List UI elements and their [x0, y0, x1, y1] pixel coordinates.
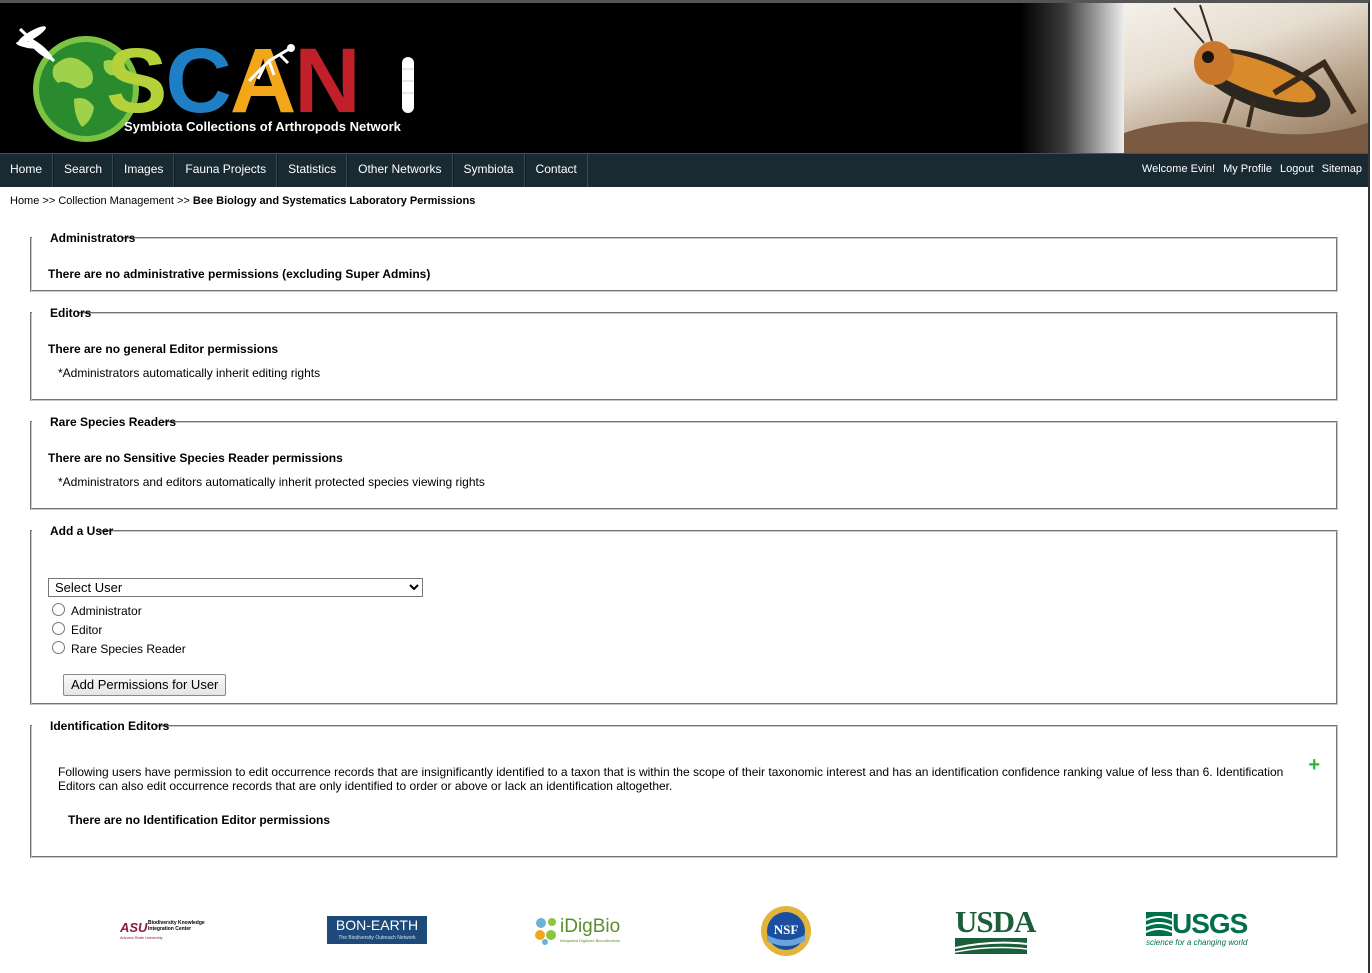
add-user-section: Add a User Select User Administrator Edi…	[30, 524, 1338, 705]
idigbio-sub: Integrated Digitized Biocollections	[560, 938, 621, 943]
site-banner: SCAN Symbiota Collections of Arthropods …	[0, 3, 1368, 153]
mantis-icon	[247, 44, 295, 83]
nsf-logo[interactable]: NSF	[760, 905, 812, 957]
footer: ASU Biodiversity Knowledge Integration C…	[0, 900, 1368, 960]
editors-legend: Editors	[50, 306, 92, 320]
breadcrumb: Home >> Collection Management >> Bee Bio…	[10, 195, 475, 207]
asu-logo[interactable]: ASU Biodiversity Knowledge Integration C…	[120, 920, 224, 942]
usgs-sub: science for a changing world	[1146, 938, 1248, 947]
usda-logo[interactable]: USDA	[955, 904, 1036, 954]
welcome-text: Welcome Evin!	[1141, 163, 1216, 175]
logout-link[interactable]: Logout	[1280, 154, 1314, 187]
breadcrumb-current: Bee Biology and Systematics Laboratory P…	[192, 195, 476, 207]
administrators-section: Administrators There are no administrati…	[30, 231, 1338, 292]
nav-statistics[interactable]: Statistics	[277, 154, 348, 187]
radio-circle[interactable]	[52, 621, 65, 635]
nav-symbiota[interactable]: Symbiota	[452, 154, 525, 187]
breadcrumb-home[interactable]: Home	[10, 195, 39, 207]
logo-wordmark: SCAN	[106, 35, 361, 127]
radio-administrator-label: Administrator	[71, 604, 142, 618]
nav-search[interactable]: Search	[53, 154, 114, 187]
my-profile-link[interactable]: My Profile	[1223, 154, 1272, 187]
radio-editor[interactable]: Editor	[52, 621, 103, 637]
add-permissions-button[interactable]: Add Permissions for User	[63, 674, 227, 696]
main-nav: Home Search Images Fauna Projects Statis…	[0, 153, 1368, 187]
caterpillar-icon	[402, 57, 414, 113]
add-identification-editor-icon[interactable]: +	[1308, 755, 1320, 775]
scan-logo[interactable]: SCAN Symbiota Collections of Arthropods …	[14, 21, 434, 143]
breadcrumb-separator: >>	[42, 195, 56, 207]
banner-gradient	[1020, 3, 1130, 153]
nav-other-networks[interactable]: Other Networks	[347, 154, 453, 187]
nav-fauna-projects[interactable]: Fauna Projects	[174, 154, 278, 187]
usgs-logo[interactable]: USGS science for a changing world	[1146, 908, 1248, 950]
identification-editors-section: Identification Editors + Following users…	[30, 719, 1338, 858]
radio-circle[interactable]	[52, 602, 65, 616]
logo-subtitle: Symbiota Collections of Arthropods Netwo…	[124, 119, 401, 134]
logo-letter-s: S	[106, 30, 167, 132]
radio-rare-species-reader[interactable]: Rare Species Reader	[52, 640, 186, 656]
administrators-legend: Administrators	[50, 231, 136, 245]
add-user-legend: Add a User	[50, 524, 114, 538]
bon-earth-title: BON-EARTH	[335, 917, 419, 933]
editors-section: Editors There are no general Editor perm…	[30, 306, 1338, 401]
breadcrumb-collection-management[interactable]: Collection Management	[58, 195, 174, 207]
radio-rare-species-reader-label: Rare Species Reader	[71, 642, 186, 656]
rare-species-section: Rare Species Readers There are no Sensit…	[30, 415, 1338, 510]
user-select[interactable]: Select User	[48, 578, 423, 597]
nsf-text: NSF	[773, 922, 799, 937]
grasshopper-photo	[1124, 3, 1368, 153]
idigbio-icon	[535, 918, 556, 945]
identification-editors-description: Following users have permission to edit …	[58, 765, 1284, 793]
idigbio-title: iDigBio	[560, 916, 621, 937]
usda-field-icon	[955, 938, 1027, 954]
bon-earth-logo[interactable]: BON-EARTH The Biodiversity Outreach Netw…	[327, 916, 427, 944]
asu-abbr: ASU	[120, 920, 148, 935]
logo-letter-c: C	[165, 30, 231, 132]
asu-main: Biodiversity Knowledge Integration Cente…	[148, 920, 205, 932]
nav-home[interactable]: Home	[0, 154, 54, 187]
breadcrumb-separator: >>	[176, 195, 190, 207]
rare-species-legend: Rare Species Readers	[50, 415, 177, 429]
radio-editor-label: Editor	[71, 623, 103, 637]
asu-sub: Arizona State University	[120, 935, 163, 940]
rare-species-message: There are no Sensitive Species Reader pe…	[48, 451, 343, 465]
idigbio-logo[interactable]: iDigBio Integrated Digitized Biocollecti…	[532, 914, 632, 946]
editors-note: *Administrators automatically inherit ed…	[58, 366, 321, 380]
rare-species-note: *Administrators and editors automaticall…	[58, 475, 485, 489]
editors-message: There are no general Editor permissions	[48, 342, 279, 356]
usda-text: USDA	[955, 904, 1036, 939]
grasshopper-icon	[1124, 4, 1368, 153]
bon-earth-sub: The Biodiversity Outreach Network	[338, 935, 416, 941]
radio-administrator[interactable]: Administrator	[52, 602, 142, 618]
nav-images[interactable]: Images	[113, 154, 175, 187]
usgs-text: USGS	[1172, 908, 1248, 939]
sitemap-link[interactable]: Sitemap	[1322, 154, 1362, 187]
identification-editors-message: There are no Identification Editor permi…	[68, 813, 331, 827]
identification-editors-legend: Identification Editors	[50, 719, 170, 733]
radio-circle[interactable]	[52, 640, 65, 654]
administrators-message: There are no administrative permissions …	[48, 267, 431, 281]
nav-contact[interactable]: Contact	[524, 154, 588, 187]
usgs-wave-icon	[1146, 912, 1172, 936]
